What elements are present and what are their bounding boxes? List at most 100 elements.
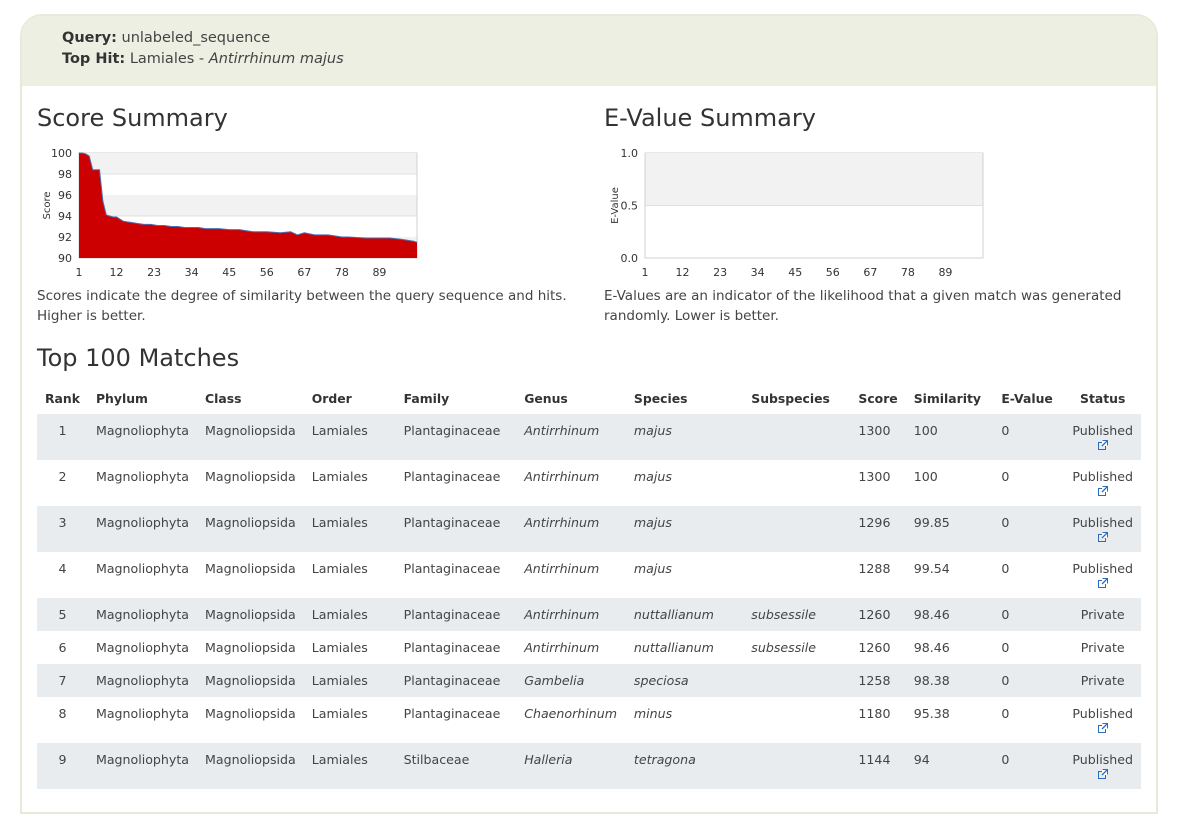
cell-species: nuttallianum (626, 631, 743, 664)
col-genus[interactable]: Genus (516, 386, 626, 414)
col-evalue[interactable]: E-Value (993, 386, 1064, 414)
col-subspecies[interactable]: Subspecies (743, 386, 850, 414)
score-summary-description: Scores indicate the degree of similarity… (37, 288, 567, 324)
score-point (327, 234, 329, 236)
score-point (170, 226, 172, 227)
score-point (78, 152, 80, 154)
col-order[interactable]: Order (304, 386, 396, 414)
table-row[interactable]: 6 Magnoliophyta Magnoliopsida Lamiales Plant… (37, 631, 1141, 664)
genus-text: Gambelia (524, 673, 585, 688)
col-similarity[interactable]: Similarity (906, 386, 994, 414)
cell-class: Magnoliopsida (205, 640, 296, 655)
table-row[interactable]: 1 Magnoliophyta Magnoliopsida Lamiales Plant… (37, 414, 1141, 460)
species-text: nuttallianum (633, 607, 714, 622)
col-family[interactable]: Family (396, 386, 517, 414)
score-point (389, 237, 391, 239)
col-class[interactable]: Class (197, 386, 304, 414)
cell-phylum: Magnoliophyta (95, 706, 190, 721)
y-axis-label: E-Value (610, 187, 621, 224)
cell-class: Magnoliopsida (205, 561, 296, 576)
cell-rank: 9 (37, 743, 88, 789)
status-label: Published (1072, 752, 1133, 767)
cell-status: Published (1064, 506, 1141, 552)
table-row[interactable]: 5 Magnoliophyta Magnoliopsida Lamiales Plant… (37, 598, 1141, 631)
cell-family: Plantaginaceae (395, 598, 517, 631)
table-row[interactable]: 3 Magnoliophyta Magnoliopsida Lamiales Plant… (37, 506, 1141, 552)
table-row[interactable]: 2 Magnoliophyta Magnoliopsida Lamiales Plant… (37, 460, 1141, 506)
cell-rank: 8 (58, 706, 67, 721)
query-value: unlabeled_sequence (121, 30, 271, 46)
cell-similarity: 95.38 (913, 706, 950, 721)
cell-species: speciosa (625, 664, 744, 697)
col-phylum[interactable]: Phylum (88, 386, 197, 414)
score-point (157, 225, 158, 226)
table-row[interactable]: 7 Magnoliophyta Magnoliopsida Lamiales Plant… (37, 664, 1141, 697)
cell-genus: Chaenorhinum (516, 697, 626, 743)
cell-genus: Antirrhinum (516, 506, 626, 552)
col-status[interactable]: Status (1064, 386, 1141, 414)
external-link-icon[interactable] (1097, 486, 1108, 496)
x-tick-label: 1 (76, 266, 83, 279)
table-row[interactable]: 8 Magnoliophyta Magnoliopsida Lamiales Plant… (37, 697, 1141, 743)
col-rank[interactable]: Rank (37, 386, 88, 414)
cell-class: Magnoliopsida (205, 469, 296, 484)
cell-subspecies: subsessile (743, 598, 851, 631)
score-point (95, 169, 97, 171)
cell-score: 1260 (858, 640, 891, 655)
grid-band (645, 153, 983, 206)
score-point (143, 224, 145, 225)
cell-status: Published (1064, 460, 1141, 506)
x-tick-label: 12 (676, 266, 690, 279)
cell-family: Plantaginaceae (403, 706, 501, 721)
y-tick-label: 100 (51, 147, 72, 160)
subspecies-text: subsessile (751, 640, 816, 655)
score-point (245, 230, 247, 232)
cell-order: Lamiales (303, 414, 396, 460)
genus-text: Antirrhinum (524, 561, 600, 576)
score-point (290, 231, 292, 233)
cell-genus: Halleria (516, 743, 626, 789)
genus-text: Halleria (524, 752, 573, 767)
score-point (204, 228, 206, 229)
table-row[interactable]: 9 Magnoliophyta Magnoliopsida Lamiales Stilb… (37, 743, 1141, 789)
col-species[interactable]: Species (626, 386, 743, 414)
genus-text: Antirrhinum (524, 640, 600, 655)
cell-evalue: 0 (1001, 640, 1010, 655)
cell-phylum: Magnoliophyta (87, 664, 198, 697)
status-label: Published (1072, 706, 1133, 721)
score-point (112, 216, 114, 218)
external-link-icon[interactable] (1097, 769, 1108, 779)
cell-similarity: 98.46 (905, 598, 994, 631)
cell-family: Plantaginaceae (395, 414, 517, 460)
cell-similarity: 99.54 (913, 561, 950, 576)
top-hit-order: Lamiales (129, 51, 195, 67)
score-point (99, 169, 100, 171)
cell-class: Magnoliopsida (197, 664, 304, 697)
cell-order: Lamiales (311, 469, 368, 484)
cell-phylum: Magnoliophyta (87, 506, 198, 552)
col-score[interactable]: Score (850, 386, 905, 414)
table-row[interactable]: 4 Magnoliophyta Magnoliopsida Lamiales Plant… (37, 552, 1141, 598)
cell-evalue: 0 (1001, 469, 1010, 484)
score-point (365, 237, 367, 239)
cell-phylum: Magnoliophyta (87, 414, 198, 460)
species-text: speciosa (633, 673, 689, 688)
score-point (105, 214, 107, 216)
query-header: Query: unlabeled_sequence Top Hit: Lamia… (22, 16, 1156, 86)
external-link-icon[interactable] (1097, 723, 1108, 733)
cell-similarity: 99.85 (905, 506, 994, 552)
grid-band (79, 195, 417, 216)
cell-phylum: Magnoliophyta (95, 640, 190, 655)
top-hit-line: Top Hit: Lamiales - Antirrhinum majus (62, 51, 344, 67)
cell-class: Magnoliopsida (197, 743, 304, 789)
y-tick-label: 90 (58, 252, 72, 265)
table-header-row: Rank Phylum Class Order Family Genus Spe… (37, 386, 1141, 414)
score-point (109, 215, 111, 217)
cell-genus: Antirrhinum (516, 631, 626, 664)
status-label: Published (1072, 423, 1133, 438)
external-link-icon[interactable] (1097, 532, 1108, 542)
score-point (177, 226, 179, 227)
query-line: Query: unlabeled_sequence (62, 30, 271, 46)
external-link-icon[interactable] (1097, 578, 1108, 588)
external-link-icon[interactable] (1097, 440, 1108, 450)
